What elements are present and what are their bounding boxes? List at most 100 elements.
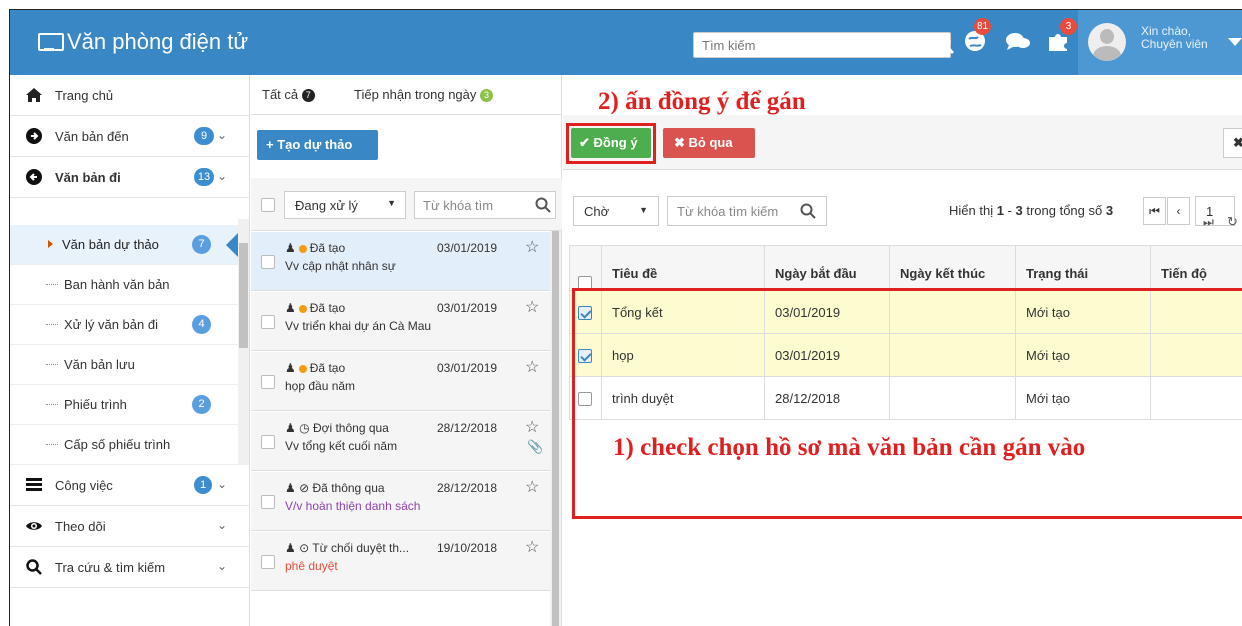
first-page-icon[interactable]: ⏮	[1143, 197, 1166, 225]
sidebar-item-label: Trang chủ	[55, 88, 114, 103]
clock-icon: ◷	[299, 421, 310, 435]
prev-page-icon[interactable]: ‹	[1167, 197, 1190, 225]
list-scrollbar[interactable]	[550, 231, 561, 626]
sidebar-item-follow[interactable]: Theo dõi ⌄	[10, 506, 250, 547]
sidebar-item-outgoing[interactable]: Văn bản đi 13 ⌄	[10, 157, 250, 198]
sidebar-item-label: Tra cứu & tìm kiếm	[55, 560, 166, 575]
chat-icon[interactable]	[1004, 27, 1030, 53]
search-icon[interactable]	[931, 31, 957, 57]
keyword-search-input[interactable]: Từ khóa tìm	[414, 191, 556, 219]
tasks-icon	[26, 478, 42, 491]
list-item[interactable]: ♟ ◷ Đợi thông qua 28/12/2018 ☆ Vv tổng k…	[251, 412, 551, 471]
item-date: 28/12/2018	[437, 481, 498, 495]
status-dot-icon	[298, 304, 307, 313]
list-item[interactable]: ♟ Đã tạo 03/01/2019 ☆ Vv triển khai dự án…	[251, 292, 551, 351]
paging-to: 3	[1015, 203, 1023, 218]
tree-connector	[46, 324, 58, 325]
puzzle-badge: 3	[1060, 18, 1077, 35]
table-header-row: Tiêu đề Ngày bắt đầu Ngày kết thúc Trạng…	[569, 245, 1242, 291]
tab-count-badge: 7	[301, 89, 315, 103]
chevron-down-icon[interactable]: ⌄	[217, 559, 227, 573]
tab-all[interactable]: Tất cả 7	[262, 87, 315, 103]
puzzle-icon[interactable]: 3	[1046, 18, 1077, 53]
sidebar-scrollbar[interactable]	[238, 219, 249, 465]
item-checkbox[interactable]	[261, 435, 275, 449]
column-header-title[interactable]: Tiêu đề	[601, 245, 765, 291]
chevron-down-icon[interactable]: ⌄	[217, 477, 227, 491]
folder-search-input[interactable]: Từ khóa tìm kiếm	[667, 196, 827, 226]
search-icon[interactable]	[535, 197, 551, 213]
chevron-down-icon[interactable]: ⌄	[217, 518, 227, 532]
folder-status-select[interactable]: Chờ ▼	[573, 196, 659, 226]
last-page-icon[interactable]: ⏭	[1203, 215, 1214, 230]
item-meta: ♟ ◷ Đợi thông qua	[285, 421, 389, 435]
paging-prefix: Hiển thị	[949, 203, 997, 218]
greeting: Xin chào, Chuyên viên	[1141, 25, 1208, 51]
star-icon[interactable]: ☆	[525, 237, 539, 257]
item-title: họp đầu năm	[285, 379, 356, 393]
refresh-icon[interactable]: ↻	[1227, 214, 1238, 230]
column-header-end-date[interactable]: Ngày kết thúc	[889, 245, 1016, 291]
sidebar-item-incoming[interactable]: Văn bản đến 9 ⌄	[10, 116, 250, 157]
sidebar-item-label: Văn bản đi	[55, 170, 121, 185]
item-status: Từ chối duyệt th...	[312, 541, 410, 555]
skip-button[interactable]: ✖ Bỏ qua	[663, 128, 755, 158]
item-meta: ♟ ⊙ Từ chối duyệt th...	[285, 541, 409, 555]
item-checkbox[interactable]	[261, 375, 275, 389]
user-menu[interactable]: Xin chào, Chuyên viên	[1078, 10, 1242, 75]
select-all-checkbox[interactable]	[261, 198, 275, 212]
caret-down-icon[interactable]	[1228, 38, 1242, 46]
star-icon[interactable]: ☆	[525, 417, 539, 437]
globe-icon[interactable]: 81	[962, 18, 992, 53]
search-icon[interactable]	[800, 203, 816, 219]
item-checkbox[interactable]	[261, 255, 275, 269]
sidebar-subitem-issue[interactable]: Ban hành văn bản	[10, 265, 238, 305]
item-status: Đã thông qua	[312, 481, 385, 495]
sidebar-subitem-process[interactable]: Xử lý văn bản đi 4	[10, 305, 238, 345]
item-title: Vv tổng kết cuối năm	[285, 439, 398, 453]
tree-connector	[46, 364, 58, 365]
scrollbar-thumb[interactable]	[239, 243, 248, 348]
user-icon: ♟	[285, 481, 296, 495]
item-checkbox[interactable]	[261, 495, 275, 509]
attachment-icon[interactable]: 📎	[527, 439, 543, 455]
close-icon[interactable]: ✖	[1223, 128, 1242, 158]
item-date: 03/01/2019	[437, 301, 498, 315]
search-input[interactable]: Tìm kiếm	[693, 32, 955, 58]
sidebar-item-label: Công việc	[55, 478, 113, 493]
status-select[interactable]: Đang xử lý ▼	[284, 191, 406, 219]
star-icon[interactable]: ☆	[525, 477, 539, 497]
tab-today[interactable]: Tiếp nhận trong ngày 3	[354, 87, 494, 103]
create-draft-button[interactable]: + Tạo dự thảo	[257, 130, 378, 160]
sidebar-subitem-draft[interactable]: Văn bản dự thảo 7	[10, 225, 238, 265]
status-dot-icon	[298, 364, 307, 373]
sidebar-subitem-submission[interactable]: Phiếu trình 2	[10, 385, 238, 425]
column-header-status[interactable]: Trạng thái	[1015, 245, 1151, 291]
item-status: Đã tạo	[309, 361, 346, 375]
list-item[interactable]: ♟ ⊘ Đã thông qua 28/12/2018 ☆ V/v hoàn t…	[251, 472, 551, 531]
column-header-start-date[interactable]: Ngày bắt đầu	[764, 245, 890, 291]
folder-filter-bar: Chờ ▼ Từ khóa tìm kiếm Hiển thị 1 - 3 tr…	[563, 181, 1242, 235]
sidebar-item-tasks[interactable]: Công việc 1 ⌄	[10, 465, 250, 506]
item-checkbox[interactable]	[261, 555, 275, 569]
sidebar-subitem-numbering[interactable]: Cấp số phiếu trình	[10, 425, 238, 465]
star-icon[interactable]: ☆	[525, 297, 539, 317]
chevron-down-icon[interactable]: ⌄	[217, 169, 227, 183]
list-item[interactable]: ♟ Đã tạo 03/01/2019 ☆ Vv cập nhật nhân sự	[251, 232, 551, 291]
star-icon[interactable]: ☆	[525, 537, 539, 557]
star-icon[interactable]: ☆	[525, 357, 539, 377]
count-badge: 4	[192, 315, 211, 334]
column-header-progress[interactable]: Tiến độ	[1150, 245, 1242, 291]
app-logo[interactable]: Văn phòng điện tử	[38, 29, 248, 55]
sidebar-item-home[interactable]: Trang chủ	[10, 75, 250, 116]
sidebar-subitem-archive[interactable]: Văn bản lưu	[10, 345, 238, 385]
list-item[interactable]: ♟ ⊙ Từ chối duyệt th... 19/10/2018 ☆ phê…	[251, 532, 551, 591]
chevron-down-icon[interactable]: ⌄	[217, 128, 227, 142]
tree-connector	[46, 284, 58, 285]
user-icon: ♟	[285, 361, 296, 375]
app-frame: Văn phòng điện tử Tìm kiếm 81 3 Xin chào…	[9, 9, 1242, 626]
sidebar-item-lookup[interactable]: Tra cứu & tìm kiếm ⌄	[10, 547, 250, 588]
item-checkbox[interactable]	[261, 315, 275, 329]
list-item[interactable]: ♟ Đã tạo 03/01/2019 ☆ họp đầu năm	[251, 352, 551, 411]
scrollbar-thumb[interactable]	[552, 231, 559, 626]
